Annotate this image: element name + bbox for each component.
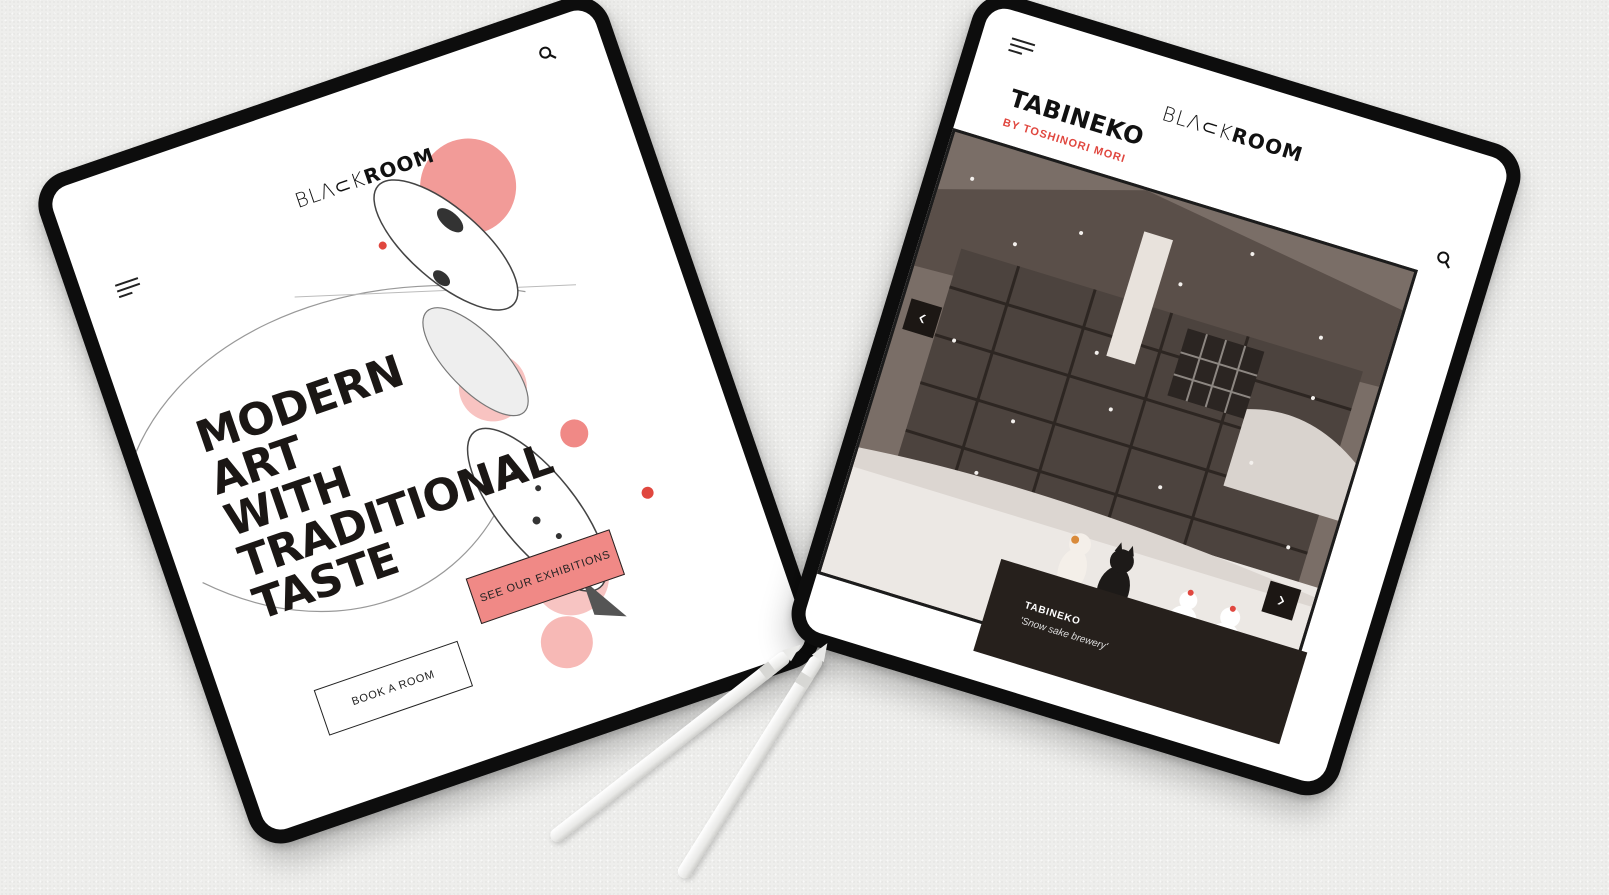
- logo-part-2: ROOM: [1228, 122, 1307, 167]
- exhibition-page-screen: BLΛ⊂KROOM TABINEKO BY TOSHINORI MORI ‹ ›…: [800, 3, 1512, 787]
- logo-part-1: BLΛ⊂K: [1159, 101, 1236, 146]
- search-icon[interactable]: [1434, 249, 1454, 269]
- brand-logo[interactable]: BLΛ⊂KROOM: [1159, 101, 1306, 167]
- menu-icon[interactable]: [1008, 37, 1036, 57]
- landing-page-screen: BLΛ⊂KROOM MODERN ART WITH TRADITIONAL TA…: [46, 5, 812, 835]
- tablet-right: BLΛ⊂KROOM TABINEKO BY TOSHINORI MORI ‹ ›…: [783, 0, 1529, 804]
